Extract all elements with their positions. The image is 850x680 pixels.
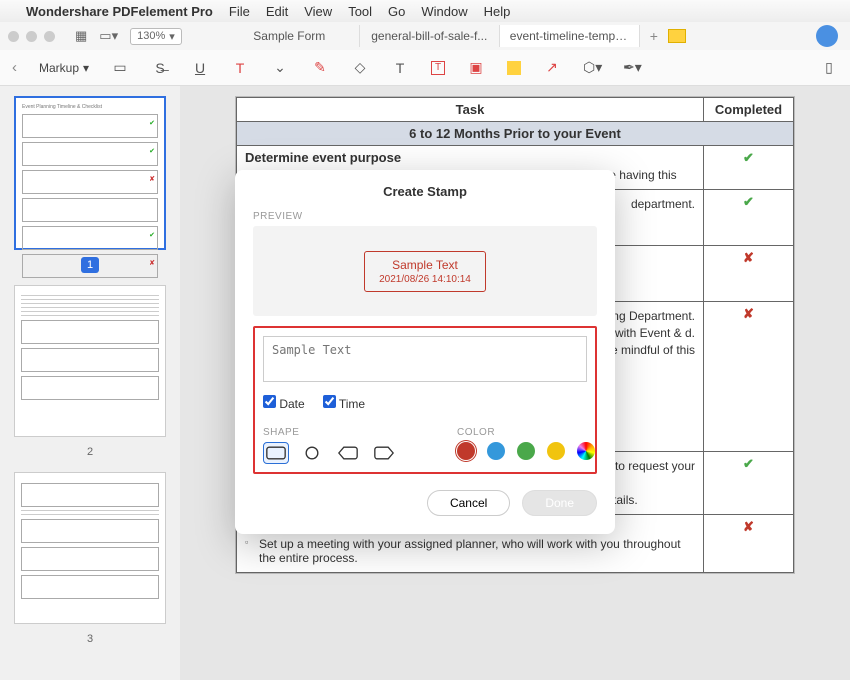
- menu-tool[interactable]: Tool: [348, 4, 372, 19]
- annotation-toolbar: ‹ Markup▾ ▭ S̶ U T ⌄ ✎ ◇ T T ▣ ↗ ⬡▾ ✒▾ ▯: [0, 50, 850, 86]
- color-yellow[interactable]: [547, 442, 565, 460]
- dialog-title: Create Stamp: [253, 184, 597, 199]
- tab-sample-form[interactable]: Sample Form: [220, 25, 360, 47]
- user-avatar[interactable]: [816, 25, 838, 47]
- shape-label: SHAPE: [263, 427, 397, 438]
- minimize-window-icon[interactable]: [26, 31, 37, 42]
- menu-go[interactable]: Go: [388, 4, 405, 19]
- page-number: 3: [87, 633, 93, 645]
- page-thumbnail-2[interactable]: [14, 285, 166, 437]
- tab-bill-of-sale[interactable]: general-bill-of-sale-f...: [360, 25, 500, 47]
- shape-tag-right[interactable]: [371, 442, 397, 464]
- textbox-tool-icon[interactable]: T: [391, 60, 409, 76]
- col-task: Task: [237, 98, 704, 122]
- time-checkbox[interactable]: Time: [323, 395, 365, 411]
- done-button[interactable]: Done: [522, 490, 597, 516]
- stamp-preview-datetime: 2021/08/26 14:10:14: [379, 274, 471, 285]
- status-cross-icon: ✘: [704, 515, 794, 573]
- new-tab-button[interactable]: +: [650, 28, 658, 44]
- stamp-palette-icon[interactable]: [668, 29, 686, 43]
- highlight-tool-icon[interactable]: ▭: [111, 59, 129, 76]
- arrow-tool-icon[interactable]: ↗: [543, 59, 561, 76]
- stamp-text-input[interactable]: [263, 336, 587, 382]
- col-completed: Completed: [704, 98, 794, 122]
- window-titlebar: ▦ ▭▾ 130%▾ Sample Form general-bill-of-s…: [0, 22, 850, 50]
- page-thumbnails-sidebar: Event Planning Timeline & Checklist ✔ ✔ …: [0, 86, 180, 680]
- stamp-tool-icon[interactable]: ▣: [467, 59, 485, 76]
- status-cross-icon: ✘: [704, 246, 794, 302]
- color-red[interactable]: [457, 442, 475, 460]
- text-callout-tool-icon[interactable]: T: [431, 61, 445, 75]
- page-thumbnail-1[interactable]: Event Planning Timeline & Checklist ✔ ✔ …: [14, 96, 166, 250]
- strikethrough-tool-icon[interactable]: S̶: [151, 60, 169, 76]
- create-stamp-dialog: Create Stamp PREVIEW Sample Text 2021/08…: [235, 170, 615, 534]
- row-section: Determine event purpose: [245, 150, 695, 165]
- highlighted-edit-region: Date Time SHAPE COLOR: [253, 326, 597, 474]
- view-mode-icon[interactable]: ▭▾: [99, 28, 118, 44]
- eraser-tool-icon[interactable]: ◇: [351, 59, 369, 76]
- underline-tool-icon[interactable]: U: [191, 60, 209, 76]
- status-check-icon: ✔: [704, 452, 794, 515]
- menu-help[interactable]: Help: [484, 4, 511, 19]
- app-name[interactable]: Wondershare PDFelement Pro: [26, 4, 213, 19]
- status-check-icon: ✔: [704, 146, 794, 190]
- color-green[interactable]: [517, 442, 535, 460]
- zoom-level-select[interactable]: 130%▾: [130, 28, 182, 45]
- zoom-window-icon[interactable]: [44, 31, 55, 42]
- back-button[interactable]: ‹: [12, 59, 17, 76]
- shape-rounded-rect[interactable]: [263, 442, 289, 464]
- page-number: 2: [87, 446, 93, 458]
- stamp-preview-text: Sample Text: [379, 258, 471, 272]
- signature-tool-icon[interactable]: ✒▾: [623, 59, 641, 76]
- sticky-note-tool-icon[interactable]: [507, 61, 521, 75]
- tab-event-timeline[interactable]: event-timeline-templa...: [500, 25, 640, 47]
- squiggly-tool-icon[interactable]: T: [231, 60, 249, 76]
- section-band: 6 to 12 Months Prior to your Event: [237, 122, 794, 146]
- caret-tool-icon[interactable]: ⌄: [271, 59, 289, 76]
- color-custom[interactable]: [577, 442, 595, 460]
- menu-file[interactable]: File: [229, 4, 250, 19]
- stamp-preview: Sample Text 2021/08/26 14:10:14: [253, 226, 597, 316]
- status-cross-icon: ✘: [704, 302, 794, 452]
- markup-mode-button[interactable]: Markup▾: [39, 61, 89, 75]
- color-blue[interactable]: [487, 442, 505, 460]
- cancel-button[interactable]: Cancel: [427, 490, 510, 516]
- date-checkbox[interactable]: Date: [263, 395, 305, 411]
- color-label: COLOR: [457, 427, 595, 438]
- menu-window[interactable]: Window: [421, 4, 467, 19]
- shape-circle[interactable]: [299, 442, 325, 464]
- page-thumbnail-3[interactable]: [14, 472, 166, 624]
- mac-menubar: Wondershare PDFelement Pro File Edit Vie…: [0, 0, 850, 22]
- row-item: Set up a meeting with your assigned plan…: [245, 537, 695, 565]
- properties-panel-icon[interactable]: ▯: [820, 59, 838, 76]
- thumbnails-toggle-icon[interactable]: ▦: [75, 28, 87, 44]
- shapes-tool-icon[interactable]: ⬡▾: [583, 59, 601, 76]
- preview-label: PREVIEW: [253, 211, 597, 222]
- traffic-lights[interactable]: [8, 31, 55, 42]
- close-window-icon[interactable]: [8, 31, 19, 42]
- menu-view[interactable]: View: [304, 4, 332, 19]
- pencil-tool-icon[interactable]: ✎: [311, 59, 329, 76]
- menu-edit[interactable]: Edit: [266, 4, 288, 19]
- status-check-icon: ✔: [704, 190, 794, 246]
- shape-tag-left[interactable]: [335, 442, 361, 464]
